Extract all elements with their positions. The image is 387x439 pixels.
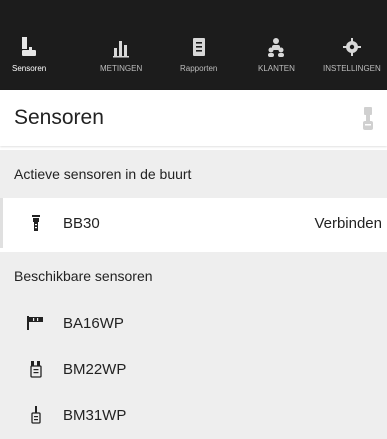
tab-label: Rapporten	[180, 64, 218, 73]
app-bar: Sensoren	[0, 90, 387, 146]
tab-label: KLANTEN	[258, 64, 295, 73]
tab-rapporten[interactable]: Rapporten	[180, 36, 217, 90]
twin-probe-icon	[30, 361, 42, 378]
sensor-row-ba16wp[interactable]: BA16WP	[0, 300, 387, 346]
tab-klanten[interactable]: KLANTEN	[258, 36, 295, 90]
sensor-name: BB30	[63, 215, 100, 232]
sensor-icon	[22, 37, 37, 56]
pin-probe-icon	[27, 316, 43, 330]
tab-bar: Sensoren METINGEN Rapporten KLANTEN INST…	[0, 0, 387, 90]
single-probe-icon	[31, 406, 41, 424]
chart-icon	[113, 41, 130, 58]
tab-label: METINGEN	[100, 64, 143, 73]
page-title: Sensoren	[14, 106, 104, 129]
sensor-name: BM31WP	[63, 407, 127, 424]
sensor-row-bb30[interactable]: BB30 Verbinden	[0, 198, 387, 248]
row-accent-bar	[0, 198, 3, 248]
section-title: Actieve sensoren in de buurt	[14, 166, 192, 182]
sensor-row-bm31wp[interactable]: BM31WP	[0, 392, 387, 439]
section-header-nearby: Actieve sensoren in de buurt	[0, 150, 387, 198]
sensor-device-icon[interactable]	[360, 106, 376, 132]
tab-label: Sensoren	[12, 64, 47, 73]
customers-icon	[268, 38, 285, 57]
sensor-name: BM22WP	[63, 361, 127, 378]
report-icon	[192, 38, 205, 56]
section-header-available: Beschikbare sensoren	[0, 252, 387, 300]
tab-instellingen[interactable]: INSTELLINGEN	[323, 36, 381, 90]
tab-label: INSTELLINGEN	[323, 64, 381, 73]
sensor-name: BA16WP	[63, 315, 124, 332]
connect-button[interactable]: Verbinden	[314, 215, 382, 232]
probe-icon	[32, 215, 40, 231]
tab-sensoren[interactable]: Sensoren	[12, 36, 46, 90]
section-title: Beschikbare sensoren	[14, 268, 153, 284]
sensor-row-bm22wp[interactable]: BM22WP	[0, 346, 387, 392]
tab-metingen[interactable]: METINGEN	[100, 36, 142, 90]
gear-icon	[342, 38, 361, 56]
